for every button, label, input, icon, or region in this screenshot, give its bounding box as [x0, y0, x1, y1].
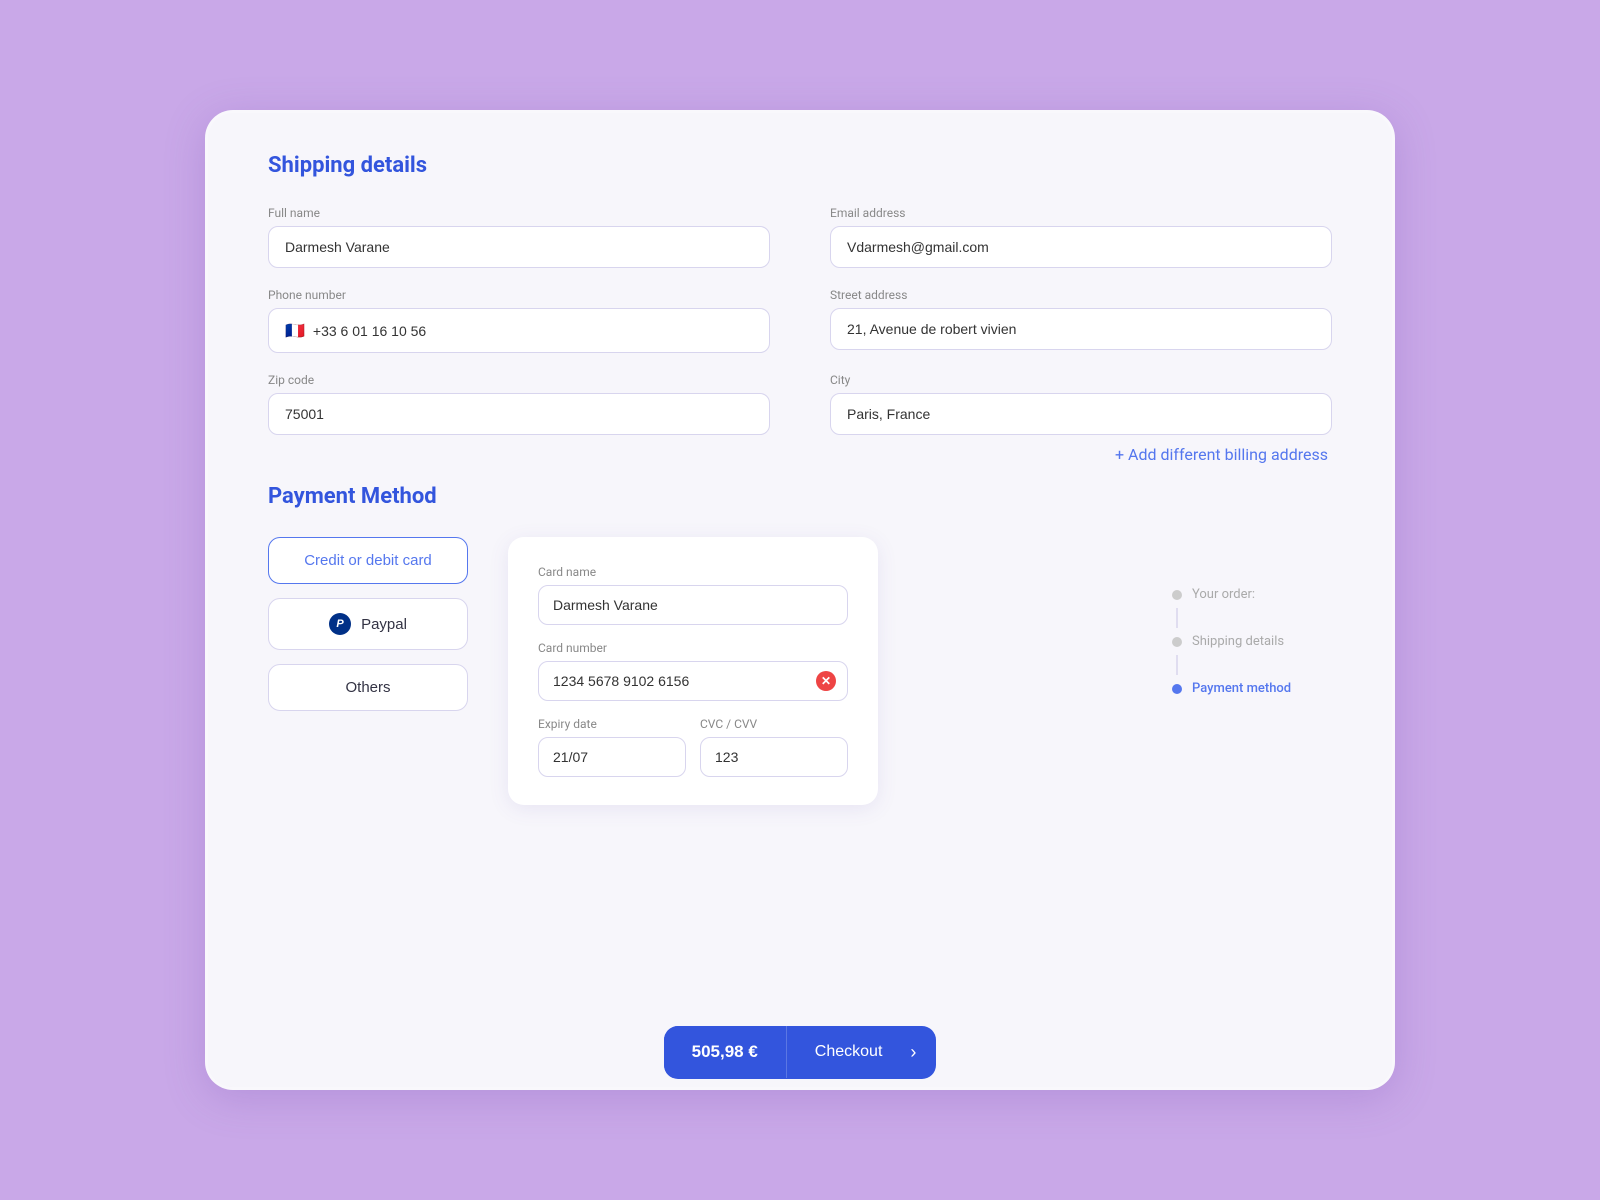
- cvc-input[interactable]: [700, 737, 848, 777]
- cvc-group: CVC / CVV: [700, 717, 848, 777]
- card-method-button[interactable]: Credit or debit card: [268, 537, 468, 584]
- expiry-input[interactable]: [538, 737, 686, 777]
- step-shipping: Shipping details: [1172, 634, 1332, 649]
- email-label: Email address: [830, 206, 1332, 220]
- card-form-grid: Card name Card number ✕: [538, 565, 848, 777]
- phone-group: Phone number 🇫🇷: [268, 288, 770, 353]
- full-name-label: Full name: [268, 206, 770, 220]
- zip-group: Zip code: [268, 373, 770, 435]
- step-dot-your-order: [1172, 590, 1182, 600]
- step-divider-1: [1176, 608, 1178, 628]
- add-billing-text: + Add different billing address: [1115, 445, 1328, 464]
- checkout-arrow-icon: ›: [910, 1026, 936, 1079]
- phone-flag: 🇫🇷: [285, 321, 305, 340]
- card-method-label: Credit or debit card: [304, 552, 432, 569]
- checkout-bar: 505,98 € Checkout ›: [208, 1017, 1392, 1087]
- paypal-method-button[interactable]: P Paypal: [268, 598, 468, 650]
- zip-label: Zip code: [268, 373, 770, 387]
- main-content: Shipping details Full name Email address…: [208, 113, 1392, 1087]
- email-group: Email address: [830, 206, 1332, 268]
- shipping-section: Shipping details Full name Email address…: [268, 153, 1332, 484]
- checkout-price: 505,98 €: [664, 1026, 787, 1078]
- step-dot-shipping: [1172, 637, 1182, 647]
- street-label: Street address: [830, 288, 1332, 302]
- payment-section: Payment Method Credit or debit card P Pa…: [268, 484, 1332, 805]
- checkout-label: Checkout: [787, 1027, 911, 1077]
- full-name-group: Full name: [268, 206, 770, 268]
- phone-input[interactable]: [313, 323, 753, 339]
- add-billing-link[interactable]: + Add different billing address: [268, 445, 1332, 464]
- street-input[interactable]: [830, 308, 1332, 350]
- payment-title: Payment Method: [268, 484, 1332, 509]
- paypal-icon: P: [329, 613, 351, 635]
- city-input[interactable]: [830, 393, 1332, 435]
- card-error-icon: ✕: [816, 671, 836, 691]
- checkout-button[interactable]: 505,98 € Checkout ›: [664, 1026, 937, 1079]
- zip-input[interactable]: [268, 393, 770, 435]
- card-number-label: Card number: [538, 641, 848, 655]
- card-name-input[interactable]: [538, 585, 848, 625]
- step-label-payment: Payment method: [1192, 681, 1291, 696]
- others-method-label: Others: [345, 679, 390, 696]
- step-payment: Payment method: [1172, 681, 1332, 696]
- paypal-method-label: Paypal: [361, 616, 407, 633]
- city-label: City: [830, 373, 1332, 387]
- street-group: Street address: [830, 288, 1332, 353]
- card-name-group: Card name: [538, 565, 848, 625]
- card-number-input[interactable]: [538, 661, 848, 701]
- email-input[interactable]: [830, 226, 1332, 268]
- card-name-label: Card name: [538, 565, 848, 579]
- city-group: City: [830, 373, 1332, 435]
- shipping-form-grid: Full name Email address Phone number 🇫🇷: [268, 206, 1332, 435]
- step-dot-payment: [1172, 684, 1182, 694]
- expiry-label: Expiry date: [538, 717, 686, 731]
- sidebar-steps: Your order: Shipping details Payment met…: [1172, 537, 1332, 696]
- card-number-wrapper: ✕: [538, 661, 848, 701]
- cvc-label: CVC / CVV: [700, 717, 848, 731]
- step-your-order: Your order:: [1172, 587, 1332, 602]
- phone-input-wrapper: 🇫🇷: [268, 308, 770, 353]
- step-divider-2: [1176, 655, 1178, 675]
- others-method-button[interactable]: Others: [268, 664, 468, 711]
- full-name-input[interactable]: [268, 226, 770, 268]
- phone-label: Phone number: [268, 288, 770, 302]
- device-frame: Shipping details Full name Email address…: [205, 110, 1395, 1090]
- step-label-shipping: Shipping details: [1192, 634, 1284, 649]
- card-form-panel: Card name Card number ✕: [508, 537, 878, 805]
- expiry-group: Expiry date: [538, 717, 686, 777]
- shipping-title: Shipping details: [268, 153, 1332, 178]
- expiry-cvc-row: Expiry date CVC / CVV: [538, 717, 848, 777]
- payment-methods-list: Credit or debit card P Paypal Others: [268, 537, 468, 805]
- payment-layout: Credit or debit card P Paypal Others: [268, 537, 1332, 805]
- card-number-group: Card number ✕: [538, 641, 848, 701]
- step-label-your-order: Your order:: [1192, 587, 1255, 602]
